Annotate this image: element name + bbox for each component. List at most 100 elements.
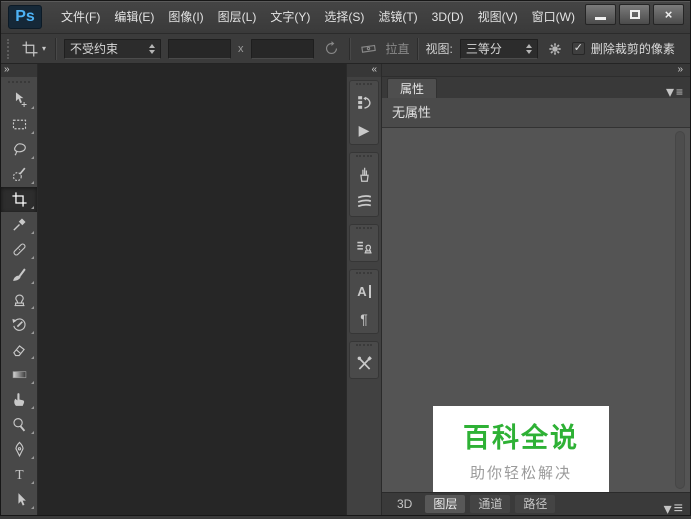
svg-text:T: T xyxy=(15,467,23,482)
tab-paths[interactable]: 路径 xyxy=(515,495,556,513)
menu-select[interactable]: 选择(S) xyxy=(317,1,371,34)
character-panel-button[interactable]: A xyxy=(350,278,378,305)
flyout-indicator xyxy=(31,131,34,134)
swap-rotate-button[interactable] xyxy=(321,40,342,57)
gradient-tool-icon xyxy=(12,371,26,379)
menu-lines-icon: ≡ xyxy=(675,85,683,99)
tool-eraser[interactable] xyxy=(1,337,37,362)
brush-presets-panel-button[interactable] xyxy=(350,188,378,215)
flyout-indicator xyxy=(31,206,34,209)
layers-panel-menu-button[interactable]: ▾ ≡ xyxy=(664,499,683,519)
canvas-area[interactable] xyxy=(38,64,347,515)
delete-cropped-pixels-checkbox[interactable]: ✓ xyxy=(571,42,585,55)
tool-brush[interactable] xyxy=(1,262,37,287)
panel-dock-collapse-button[interactable]: » xyxy=(382,64,690,77)
menu-edit[interactable]: 编辑(E) xyxy=(107,1,161,34)
close-button[interactable]: × xyxy=(653,4,684,25)
brush-panel-button[interactable] xyxy=(350,161,378,188)
close-icon: × xyxy=(664,7,673,22)
tool-dodge[interactable] xyxy=(1,412,37,437)
watermark-title: 百科全说 xyxy=(463,422,579,453)
tool-presets-panel-button[interactable] xyxy=(350,350,378,377)
tool-preset-picker[interactable]: ▾ xyxy=(19,40,48,58)
crop-icon xyxy=(22,41,38,56)
panel-group-grip[interactable] xyxy=(356,344,372,348)
rotate-icon xyxy=(325,41,337,54)
separator xyxy=(416,37,419,60)
tool-eyedropper[interactable] xyxy=(1,212,37,237)
straighten-button[interactable] xyxy=(358,40,379,57)
panel-group-grip[interactable] xyxy=(356,227,372,231)
tool-type[interactable]: T xyxy=(1,462,37,487)
clone-source-panel-button[interactable] xyxy=(350,233,378,260)
tool-spot-healing[interactable] xyxy=(1,237,37,262)
paragraph-icon: ¶ xyxy=(360,310,368,327)
tool-gradient[interactable] xyxy=(1,362,37,387)
flyout-indicator xyxy=(31,281,34,284)
marquee-tool-icon xyxy=(12,119,26,130)
menu-layer[interactable]: 图层(L) xyxy=(211,1,264,34)
double-arrow-left-icon: « xyxy=(371,64,377,75)
flyout-indicator xyxy=(31,456,34,459)
tool-history-brush[interactable] xyxy=(1,312,37,337)
panel-group-clone-source xyxy=(349,224,379,262)
crop-height-field[interactable] xyxy=(250,38,314,59)
options-bar: ▾ 不受约束 x 拉直 视图: 三等分 ✓ 删除裁剪的像素 xyxy=(1,34,690,64)
menu-type[interactable]: 文字(Y) xyxy=(263,1,317,34)
double-arrow-right-icon: » xyxy=(4,64,10,75)
tab-layers[interactable]: 图层 xyxy=(425,495,466,513)
menu-3d[interactable]: 3D(D) xyxy=(425,1,471,34)
straighten-label: 拉直 xyxy=(385,42,410,56)
tab-3d[interactable]: 3D xyxy=(389,495,420,513)
type-tool-icon: T xyxy=(15,467,23,482)
crop-tool-icon xyxy=(11,192,27,207)
menu-view[interactable]: 视图(V) xyxy=(471,1,525,34)
overlay-view-value: 三等分 xyxy=(465,42,502,56)
right-panel-dock: » 属性 ▾ ≡ 无属性 百科全说 助你轻松解决 3D 图层 通道 路径 ▾ ≡ xyxy=(382,64,690,518)
menu-image[interactable]: 图像(I) xyxy=(161,1,210,34)
overlay-view-dropdown[interactable]: 三等分 xyxy=(459,38,538,59)
history-panel-button[interactable] xyxy=(350,89,378,116)
actions-panel-button[interactable]: ▶ xyxy=(350,116,378,143)
properties-panel-menu-button[interactable]: ▾ ≡ xyxy=(666,82,683,102)
crop-ratio-dropdown[interactable]: 不受约束 xyxy=(64,38,162,59)
tool-crop[interactable] xyxy=(1,187,37,212)
lasso-tool-icon xyxy=(13,143,26,156)
view-label: 视图: xyxy=(425,42,453,56)
panel-group-grip[interactable] xyxy=(356,155,372,159)
titlebar: Ps 文件(F) 编辑(E) 图像(I) 图层(L) 文字(Y) 选择(S) 滤… xyxy=(1,1,690,34)
menu-window[interactable]: 窗口(W) xyxy=(525,1,582,34)
watermark: 百科全说 助你轻松解决 xyxy=(433,406,609,492)
maximize-button[interactable] xyxy=(619,4,650,25)
flyout-indicator xyxy=(31,356,34,359)
panel-group-grip[interactable] xyxy=(356,272,372,276)
tool-path-selection[interactable] xyxy=(1,487,37,512)
tool-marquee[interactable] xyxy=(1,112,37,137)
menu-filter[interactable]: 滤镜(T) xyxy=(371,1,424,34)
panel-strip-expand-button[interactable]: « xyxy=(347,64,381,77)
tool-pen[interactable] xyxy=(1,437,37,462)
tool-clone-stamp[interactable] xyxy=(1,287,37,312)
chevron-down-icon: ▾ xyxy=(42,44,47,53)
paragraph-panel-button[interactable]: ¶ xyxy=(350,305,378,332)
tools-panel-collapse-button[interactable]: » xyxy=(1,64,37,77)
tool-lasso[interactable] xyxy=(1,137,37,162)
brush-cup-icon xyxy=(359,167,369,182)
tool-move[interactable] xyxy=(1,87,37,112)
crop-width-field[interactable] xyxy=(168,38,232,59)
scrollbar[interactable] xyxy=(675,131,685,489)
tab-channels[interactable]: 通道 xyxy=(470,495,511,513)
crop-ratio-value: 不受约束 xyxy=(70,42,119,56)
tab-properties[interactable]: 属性 xyxy=(387,78,438,98)
options-bar-grip[interactable] xyxy=(7,38,11,59)
tool-quick-selection[interactable] xyxy=(1,162,37,187)
photoshop-window: Ps 文件(F) 编辑(E) 图像(I) 图层(L) 文字(Y) 选择(S) 滤… xyxy=(0,0,691,518)
tool-smudge[interactable] xyxy=(1,387,37,412)
crop-settings-button[interactable] xyxy=(545,41,565,57)
panel-group-grip[interactable] xyxy=(356,83,372,87)
minimize-button[interactable] xyxy=(585,4,616,25)
tools-panel-grip[interactable] xyxy=(8,81,30,85)
menu-file[interactable]: 文件(F) xyxy=(54,1,107,34)
play-icon: ▶ xyxy=(358,121,370,138)
flyout-indicator xyxy=(31,381,34,384)
